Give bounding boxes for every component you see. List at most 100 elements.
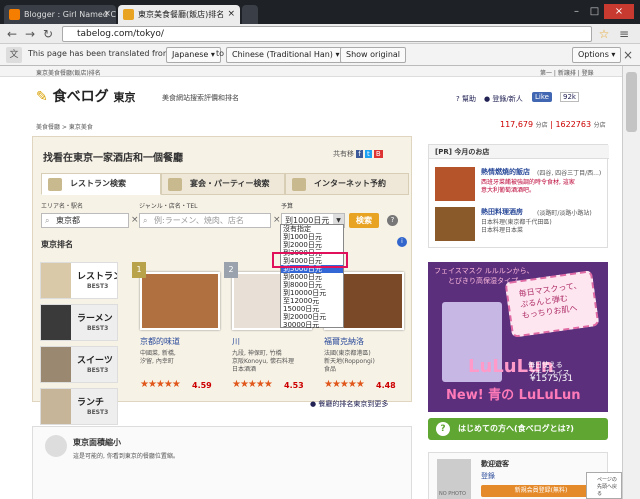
budget-option[interactable]: 到10000日元	[281, 289, 343, 297]
ranking-category[interactable]: ラーメン BEST3	[40, 304, 118, 341]
to-language-select[interactable]: Chinese (Traditional Han) ▾	[226, 47, 346, 63]
minimize-icon[interactable]: –	[568, 4, 585, 19]
topline-links[interactable]: 第一 | 新讓排 | 登錄	[540, 68, 594, 77]
genre-input[interactable]: ⌕ 例:ラーメン、焼肉、店名	[139, 213, 271, 228]
tab-tabelog[interactable]: 東京美食餐廳(飯店)排名 ×	[118, 5, 240, 24]
glass-icon	[168, 178, 182, 191]
map-panel: 東京面積縮小 這是可能的, 你看到東京的餐廳位置縮。	[32, 426, 412, 499]
tab-restaurant-search[interactable]: レストラン検索	[41, 173, 161, 195]
maximize-icon[interactable]: □	[586, 4, 603, 19]
pr-desc: 西班牙菜餚被強調的時令食材, 這家 意大利葡萄酒酒吧。	[481, 179, 575, 194]
share-bar[interactable]: 共有移 f t B	[333, 149, 383, 159]
twitter-icon[interactable]: t	[364, 150, 372, 158]
budget-option[interactable]: 沒有指定	[281, 225, 343, 233]
from-language-select[interactable]: Japanese ▾	[166, 47, 221, 63]
budget-option[interactable]: 到6000日元	[281, 273, 343, 281]
more-ranking-link[interactable]: ● 餐廳的排名東京到更多	[310, 399, 388, 409]
show-original-button[interactable]: Show original	[340, 47, 407, 63]
back-icon[interactable]: ←	[4, 26, 20, 42]
clear-area-icon[interactable]: ×	[131, 215, 139, 225]
pr-name[interactable]: 熱情燃燒的飯店	[481, 167, 530, 177]
restaurant-desc: 中國菜, 新橋, 汐留, 內幸町	[140, 350, 176, 365]
translate-to-text: to	[216, 49, 225, 58]
first-time-button[interactable]: ? はじめての方へ(食べログとは?)	[428, 418, 608, 440]
lululun-ad[interactable]: フェイスマスク ルルルンから、 とびきり高保湿タイプ 毎日マスクって、 ぷるんと弾…	[428, 262, 608, 412]
ad-new: New! 青の LuLuLun	[446, 388, 581, 403]
ranking-category[interactable]: スイーツ BEST3	[40, 346, 118, 383]
translate-icon: 文	[6, 47, 22, 63]
search-button[interactable]: 検索	[349, 213, 379, 228]
forward-icon[interactable]: →	[22, 26, 38, 42]
translate-bar: 文 This page has been translated from Jap…	[0, 44, 640, 66]
budget-option[interactable]: 至12000元	[281, 297, 343, 305]
map-icon	[45, 435, 67, 457]
site-logo[interactable]: ✎ 食べログ 東京	[36, 86, 135, 106]
scrollbar[interactable]	[622, 66, 640, 499]
guest-panel: NO PHOTO 歡迎遊客 登錄 新規会員登録(無料)	[428, 452, 608, 499]
logo-text: 食べログ	[52, 89, 109, 105]
review-count: 1622763	[555, 120, 592, 129]
tabelog-icon	[123, 9, 134, 20]
budget-option[interactable]: 到1000日元	[281, 233, 343, 241]
budget-option[interactable]: 到2000日元	[281, 241, 343, 249]
rating-score: 4.48	[376, 381, 396, 390]
reload-icon[interactable]: ↻	[40, 26, 56, 42]
help-icon[interactable]: ?	[387, 215, 398, 226]
ranking-title: 東京排名	[41, 240, 73, 249]
tab-online-booking[interactable]: インターネット予約	[285, 173, 409, 195]
ranking-category[interactable]: レストラン BEST3	[40, 262, 118, 299]
restaurant-image[interactable]	[140, 272, 220, 330]
close-translate-icon[interactable]: ×	[620, 47, 636, 63]
budget-option[interactable]: 15000日元	[281, 305, 343, 313]
counts: 117,679 分店 | 1622763 分店	[500, 120, 606, 129]
category-best: BEST3	[87, 367, 109, 374]
back-to-top-button[interactable]: ページの先頭へ戻る	[586, 472, 622, 499]
map-title: 東京面積縮小	[73, 438, 121, 447]
tab-blogger[interactable]: Blogger : Girl Named Cat ×	[4, 5, 116, 24]
pr-name[interactable]: 熱田料理酒房	[481, 207, 523, 217]
no-photo-label: NO PHOTO	[439, 491, 466, 497]
restaurant-name[interactable]: 京都的味道	[140, 336, 180, 347]
bookmark-icon[interactable]: B	[373, 150, 383, 158]
rank-badge: 1	[132, 262, 146, 278]
ranking-card[interactable]: 1 京都的味道 中國菜, 新橋, 汐留, 內幸町 ★★★★★ 4.59	[132, 262, 220, 402]
info-icon[interactable]: i	[397, 237, 407, 247]
like-count: 92k	[560, 92, 579, 102]
area-input[interactable]: ⌕ 東京都	[41, 213, 129, 228]
restaurant-name[interactable]: 福爾克納洛	[324, 336, 364, 347]
address-bar[interactable]: tabelog.com/tokyo/	[62, 26, 592, 42]
pr-image[interactable]	[435, 167, 475, 201]
pr-image[interactable]	[435, 207, 475, 241]
rating-score: 4.59	[192, 381, 212, 390]
facebook-icon[interactable]: f	[356, 150, 363, 158]
new-tab-button[interactable]	[242, 5, 258, 24]
close-window-icon[interactable]: ×	[604, 4, 634, 19]
pr-panel: [PR] 今月のお店 熱情燃燒的飯店 (四谷, 四谷三丁目/西...) 西班牙菜…	[428, 144, 609, 248]
category-image	[41, 347, 71, 382]
selection-highlight	[272, 252, 348, 268]
translate-text: This page has been translated from	[28, 49, 171, 58]
help-link[interactable]: ? 幫助	[456, 94, 476, 104]
budget-option[interactable]: 到20000日元	[281, 313, 343, 321]
close-icon[interactable]: ×	[103, 5, 111, 24]
scrollbar-thumb[interactable]	[626, 72, 637, 132]
login-link[interactable]: ● 登錄/新人	[484, 94, 523, 104]
restaurant-name[interactable]: 川	[232, 336, 240, 347]
budget-option[interactable]: 30000日元	[281, 321, 343, 329]
breadcrumb[interactable]: 美食餐廳 > 東京美食	[36, 122, 93, 131]
pr-sub: (淡路町/淡路小路站)	[537, 210, 592, 217]
guest-login-link[interactable]: 登錄	[481, 471, 495, 481]
budget-option[interactable]: 到8000日元	[281, 281, 343, 289]
budget-dropdown[interactable]: 沒有指定 到1000日元 到2000日元 到3000日元 到4000日元 到5000日元到…	[280, 224, 344, 329]
close-icon[interactable]: ×	[227, 5, 235, 24]
like-button[interactable]: Like	[532, 92, 552, 102]
tab-bar: Blogger : Girl Named Cat × 東京美食餐廳(飯店)排名 …	[0, 0, 640, 24]
star-rating: ★★★★★	[324, 379, 365, 390]
register-button[interactable]: 新規会員登録(無料)	[481, 485, 601, 497]
tab-party-search[interactable]: 宴会・パーティー検索	[161, 173, 285, 195]
menu-icon[interactable]: ≡	[616, 26, 632, 42]
search-title: 找看在東京一家酒店和一個餐廳	[43, 153, 183, 164]
options-button[interactable]: Options ▾	[572, 47, 622, 63]
ranking-category[interactable]: ランチ BEST3	[40, 388, 118, 425]
star-icon[interactable]: ☆	[596, 26, 612, 42]
